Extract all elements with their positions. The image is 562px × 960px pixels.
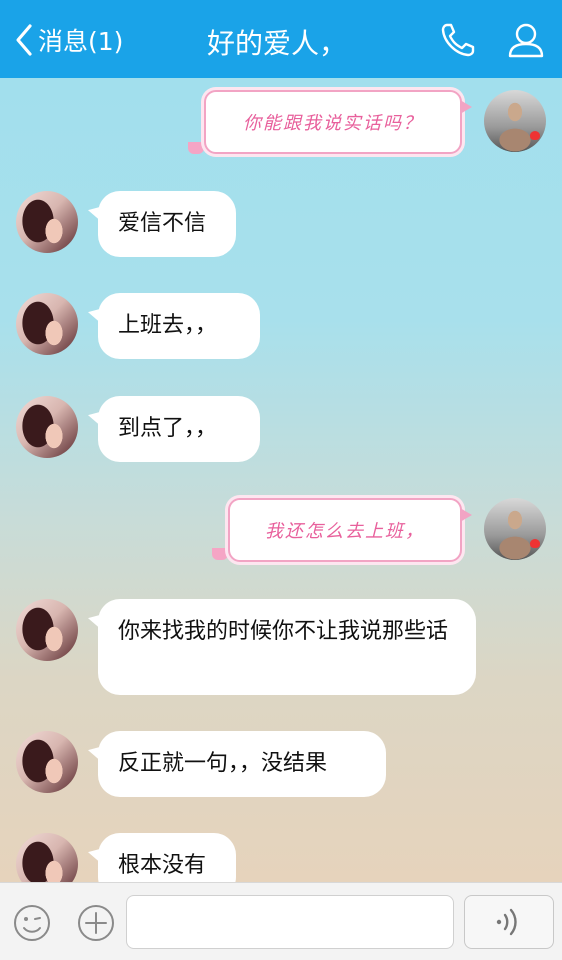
received-message[interactable]: 你来找我的时候你不让我说那些话 <box>98 599 476 695</box>
chat-title: 好的爱人， <box>206 27 347 60</box>
sent-message[interactable]: 你能跟我说实话吗？ <box>204 90 472 154</box>
smiley-icon[interactable] <box>12 903 52 943</box>
message-text: 你能跟我说实话吗？ <box>243 113 423 134</box>
message-text: 上班去，， <box>118 313 218 338</box>
message-list[interactable]: 你能跟我说实话吗？ 爱信不信 上班去，， 到点了，， 我还怎么去上班， 你来找我… <box>0 78 562 882</box>
received-message[interactable]: 反正就一句，，没结果 <box>98 731 386 797</box>
contact-avatar[interactable] <box>16 731 78 793</box>
plus-circle-icon[interactable] <box>76 903 116 943</box>
received-message[interactable]: 到点了，， <box>98 396 260 462</box>
contact-avatar[interactable] <box>16 396 78 458</box>
message-input[interactable] <box>126 895 454 949</box>
voice-wave-icon <box>496 908 517 936</box>
contact-icon[interactable] <box>506 20 546 60</box>
message-text: 你来找我的时候你不让我说那些话 <box>118 619 449 644</box>
contact-avatar[interactable] <box>16 191 78 253</box>
voice-button[interactable] <box>464 895 554 949</box>
message-text: 到点了，， <box>118 416 218 441</box>
contact-avatar[interactable] <box>16 293 78 355</box>
message-text: 根本没有 <box>118 853 207 878</box>
message-text: 爱信不信 <box>118 211 207 236</box>
input-bar <box>0 882 562 960</box>
message-text: 我还怎么去上班， <box>265 521 425 542</box>
received-message[interactable]: 根本没有 <box>98 833 236 882</box>
sent-message[interactable]: 我还怎么去上班， <box>228 498 472 562</box>
phone-icon[interactable] <box>438 20 478 60</box>
contact-avatar[interactable] <box>16 599 78 661</box>
contact-avatar[interactable] <box>16 833 78 882</box>
my-avatar[interactable] <box>484 498 546 560</box>
chat-header: 消息(1) 好的爱人， <box>0 0 562 78</box>
received-message[interactable]: 上班去，， <box>98 293 260 359</box>
my-avatar[interactable] <box>484 90 546 152</box>
message-text: 反正就一句，，没结果 <box>118 751 328 776</box>
received-message[interactable]: 爱信不信 <box>98 191 236 257</box>
